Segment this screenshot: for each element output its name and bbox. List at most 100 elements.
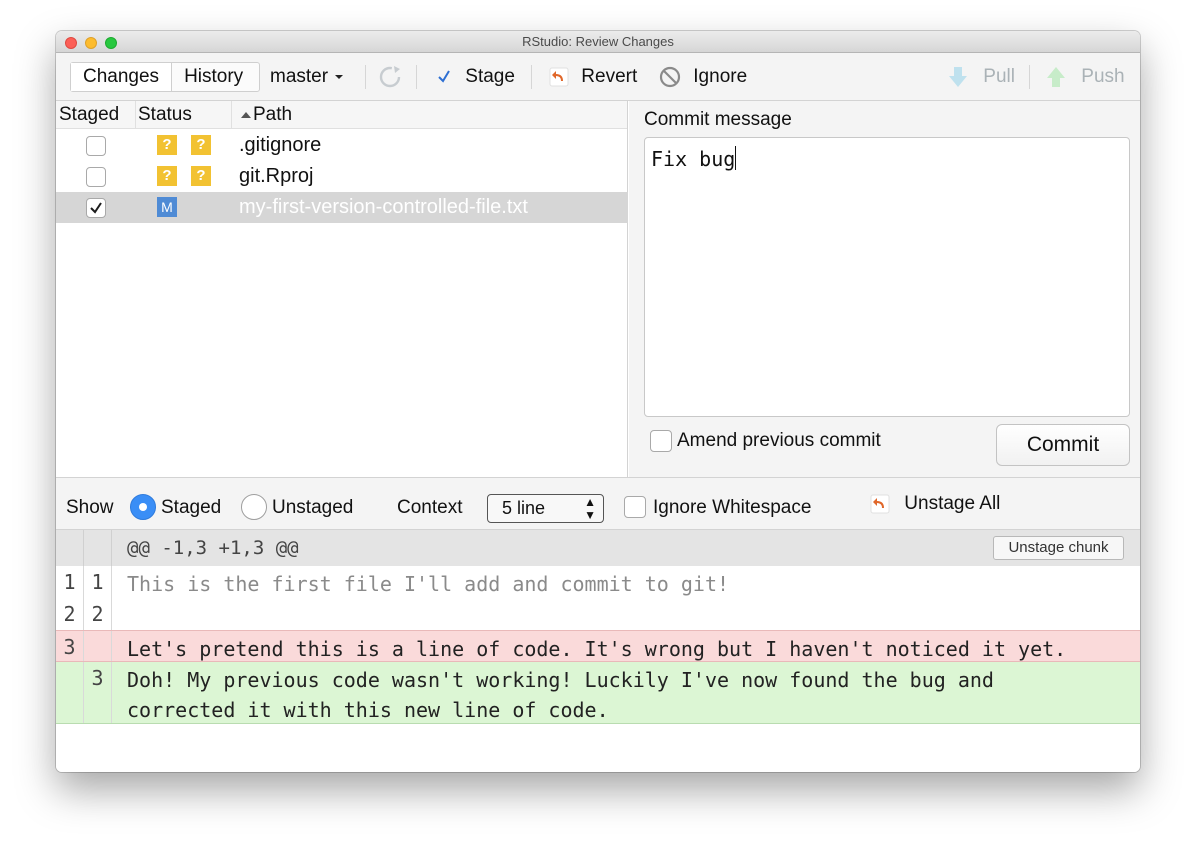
diff-line-addition[interactable]: 3 Doh! My previous code wasn't working! … <box>56 662 1140 724</box>
refresh-button[interactable] <box>376 63 404 91</box>
commit-button[interactable]: Commit <box>996 424 1130 466</box>
ignore-label: Ignore <box>693 66 748 88</box>
file-row-selected[interactable]: M my-first-version-controlled-file.txt <box>56 192 628 223</box>
diff-line-deletion[interactable]: 3 Let's pretend this is a line of code. … <box>56 630 1140 662</box>
gutter <box>84 530 112 566</box>
column-status[interactable]: Status <box>138 101 192 129</box>
file-path: .gitignore <box>239 134 322 156</box>
file-row[interactable]: ? ? git.Rproj <box>56 161 628 192</box>
status-untracked-badge: ? <box>157 166 177 186</box>
pull-arrow-icon <box>949 67 967 87</box>
push-label: Push <box>1081 66 1125 88</box>
ignore-whitespace-label: Ignore Whitespace <box>653 497 812 518</box>
diff-line-text: This is the first file I'll add and comm… <box>127 572 730 596</box>
toolbar-separator <box>365 65 366 89</box>
close-window-button[interactable] <box>65 37 77 49</box>
context-value: 5 line <box>502 498 546 518</box>
window-title: RStudio: Review Changes <box>522 34 674 49</box>
branch-dropdown[interactable]: master <box>270 65 345 89</box>
unstage-all-label: Unstage All <box>904 493 1001 514</box>
amend-checkbox[interactable] <box>650 430 672 452</box>
checkmark-icon <box>438 70 450 83</box>
branch-name: master <box>270 66 329 87</box>
old-line-number: 2 <box>56 598 84 630</box>
old-line-number: 3 <box>56 631 84 661</box>
toolbar: Changes History master Stage Revert Igno… <box>56 53 1140 101</box>
new-line-number: 2 <box>84 598 112 630</box>
title-bar: RStudio: Review Changes <box>56 31 1140 53</box>
ignore-whitespace-checkbox[interactable] <box>624 496 646 518</box>
up-down-arrows-icon: ▲ ▼ <box>584 495 596 522</box>
context-select[interactable]: 5 line ▲ ▼ <box>487 494 604 523</box>
stage-button[interactable]: Stage <box>434 65 515 89</box>
context-label: Context <box>397 497 463 518</box>
diff-viewer: @@ -1,3 +1,3 @@ Unstage chunk 1 1 This i… <box>56 530 1140 772</box>
tab-changes[interactable]: Changes <box>71 63 173 91</box>
status-untracked-badge: ? <box>191 166 211 186</box>
toolbar-separator <box>531 65 532 89</box>
file-row[interactable]: ? ? .gitignore <box>56 130 628 161</box>
revert-label: Revert <box>581 66 638 87</box>
push-arrow-icon <box>1047 67 1065 87</box>
status-untracked-badge: ? <box>191 135 211 155</box>
push-button[interactable]: Push <box>1044 65 1125 89</box>
file-list-header: Staged Status Path <box>56 101 627 129</box>
commit-panel: Commit message Fix bug Amend previous co… <box>629 101 1140 477</box>
gutter <box>56 530 84 566</box>
amend-label: Amend previous commit <box>677 430 881 451</box>
new-line-number: 1 <box>84 566 112 598</box>
hunk-header-row: @@ -1,3 +1,3 @@ Unstage chunk <box>56 530 1140 566</box>
staged-checkbox[interactable] <box>86 136 106 156</box>
sort-ascending-icon <box>241 111 251 118</box>
revert-icon <box>549 67 569 87</box>
unstaged-radio-label[interactable]: Unstaged <box>272 496 353 520</box>
view-switcher: Changes History <box>70 62 260 92</box>
staged-checkbox[interactable] <box>86 198 106 218</box>
commit-message-label: Commit message <box>644 109 792 130</box>
new-line-number <box>84 631 112 661</box>
revert-button[interactable]: Revert <box>548 65 637 89</box>
diff-line-text: Doh! My previous code wasn't working! Lu… <box>127 668 994 722</box>
staged-radio[interactable] <box>130 494 156 520</box>
file-path: my-first-version-controlled-file.txt <box>239 196 528 218</box>
zoom-window-button[interactable] <box>105 37 117 49</box>
old-line-number <box>56 662 84 723</box>
status-modified-badge: M <box>157 197 177 217</box>
stage-label: Stage <box>465 66 515 87</box>
unstage-chunk-button[interactable]: Unstage chunk <box>993 536 1124 560</box>
text-caret <box>735 146 737 170</box>
old-line-number: 1 <box>56 566 84 598</box>
staged-checkbox[interactable] <box>86 167 106 187</box>
file-path: git.Rproj <box>239 165 314 187</box>
unstage-all-button[interactable]: Unstage All <box>869 492 1000 516</box>
diff-line-text: Let's pretend this is a line of code. It… <box>127 637 1067 661</box>
diff-line-context[interactable]: 2 2 <box>56 598 1140 630</box>
new-line-number: 3 <box>84 662 112 723</box>
column-path-label: Path <box>253 104 293 125</box>
commit-message-text: Fix bug <box>651 147 736 171</box>
commit-message-input[interactable]: Fix bug <box>644 137 1130 417</box>
pull-label: Pull <box>983 66 1015 88</box>
diff-line-context[interactable]: 1 1 This is the first file I'll add and … <box>56 566 1140 598</box>
column-divider <box>135 101 136 129</box>
hunk-header: @@ -1,3 +1,3 @@ <box>127 537 299 559</box>
toolbar-separator <box>416 65 417 89</box>
diff-options-bar: Show Staged Unstaged Context 5 line ▲ ▼ I… <box>56 477 1140 530</box>
tab-history[interactable]: History <box>172 63 255 91</box>
checkmark-icon <box>90 202 102 214</box>
review-changes-window: RStudio: Review Changes Changes History … <box>56 31 1140 772</box>
ignore-icon <box>659 66 681 88</box>
show-label: Show <box>66 497 114 518</box>
caret-down-icon <box>335 74 344 79</box>
staged-radio-label[interactable]: Staged <box>161 496 221 520</box>
column-staged[interactable]: Staged <box>59 101 119 129</box>
column-path[interactable]: Path <box>239 101 292 129</box>
minimize-window-button[interactable] <box>85 37 97 49</box>
revert-icon <box>870 494 890 514</box>
refresh-icon <box>379 66 401 88</box>
ignore-button[interactable]: Ignore <box>658 65 747 89</box>
pull-button[interactable]: Pull <box>946 65 1015 89</box>
column-divider <box>231 101 232 129</box>
unstaged-radio[interactable] <box>241 494 267 520</box>
changed-files-panel: Staged Status Path ? ? .gitignore ? ? gi… <box>56 101 628 477</box>
